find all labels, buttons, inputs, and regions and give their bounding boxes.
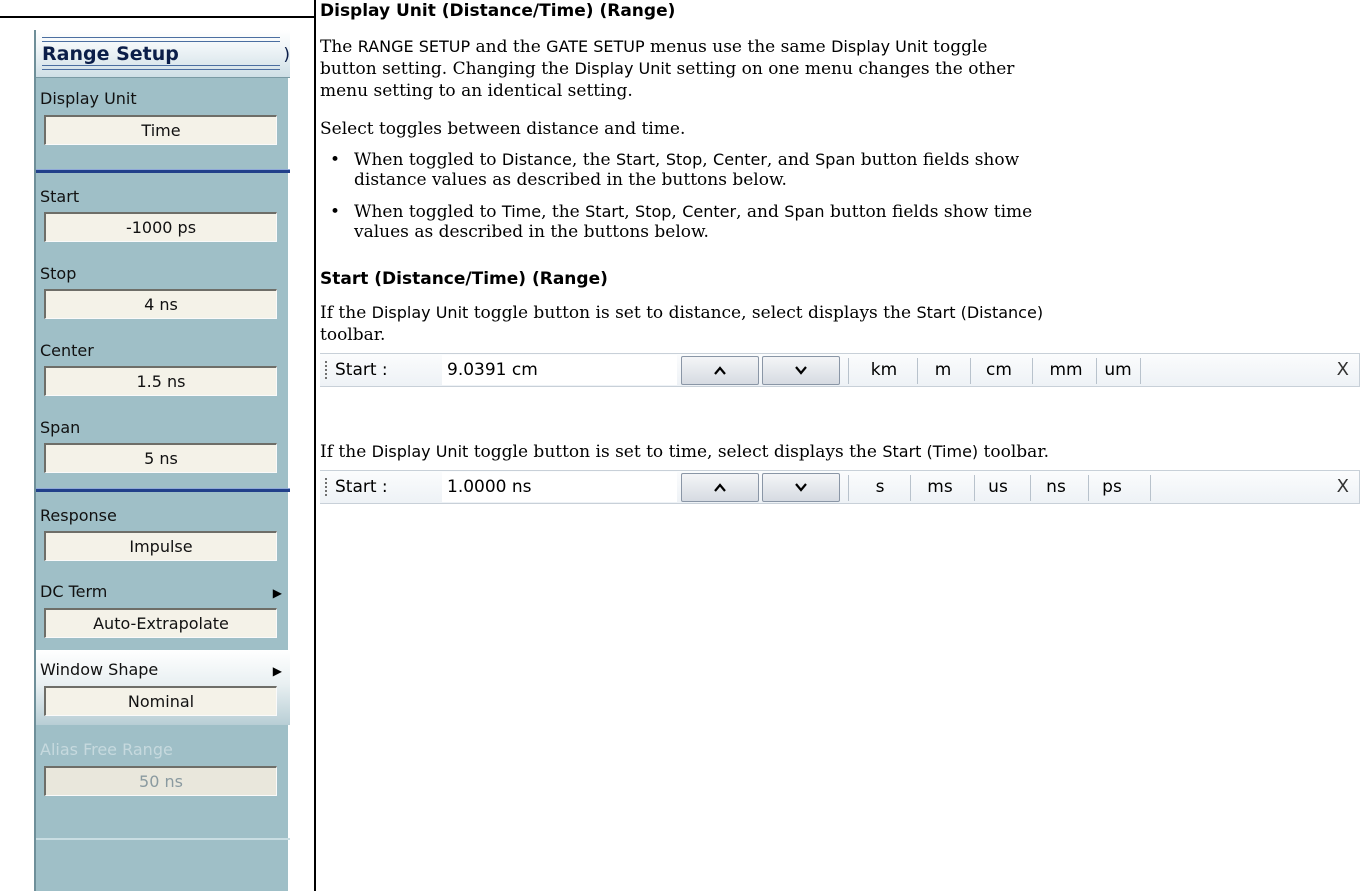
unit-mm-button[interactable]: mm <box>1044 360 1088 380</box>
list-item: • When toggled to Time, the Start, Stop,… <box>330 202 1033 242</box>
paragraph-start-time: If the Display Unit toggle button is set… <box>320 442 1049 462</box>
chevron-up-icon <box>714 483 726 492</box>
alias-free-range-button: Alias Free Range 50 ns <box>36 728 290 803</box>
stop-value: 4 ns <box>44 289 277 319</box>
display-unit-value: Time <box>44 115 277 145</box>
increment-button[interactable] <box>681 473 759 502</box>
display-unit-bullets: • When toggled to Distance, the Start, S… <box>330 150 1360 242</box>
center-button[interactable]: Center 1.5 ns <box>36 330 290 405</box>
dc-term-label: DC Term <box>40 582 108 601</box>
display-unit-button[interactable]: Display Unit Time <box>36 80 290 155</box>
menu-close-icon[interactable]: ) <box>283 45 290 65</box>
window-shape-button[interactable]: Window Shape ▶ Nominal <box>36 650 290 725</box>
range-setup-menu: Range Setup ) Display Unit Time Start -1… <box>34 30 290 891</box>
span-label: Span <box>40 418 81 437</box>
unit-ps-button[interactable]: ps <box>1096 477 1128 497</box>
section-heading-start: Start (Distance/Time) (Range) <box>320 269 608 289</box>
decrement-button[interactable] <box>762 473 840 502</box>
stop-label: Stop <box>40 264 77 283</box>
increment-button[interactable] <box>681 356 759 385</box>
toolbar-separator <box>1150 475 1151 501</box>
toolbar-separator <box>848 475 849 501</box>
menu-separator <box>36 488 290 492</box>
response-label: Response <box>40 506 117 525</box>
alias-free-range-value: 50 ns <box>44 766 277 796</box>
unit-um-button[interactable]: um <box>1102 360 1134 380</box>
menu-title-bar: Range Setup ) <box>36 30 290 78</box>
title-line <box>42 37 280 38</box>
toolbar-label: Start : <box>335 477 388 497</box>
window-shape-value: Nominal <box>44 686 277 716</box>
response-button[interactable]: Response Impulse <box>36 495 290 570</box>
decrement-button[interactable] <box>762 356 840 385</box>
chevron-down-icon <box>795 366 807 375</box>
unit-cm-button[interactable]: cm <box>983 360 1015 380</box>
unit-m-button[interactable]: m <box>928 360 958 380</box>
menu-title: Range Setup <box>42 43 179 65</box>
center-value: 1.5 ns <box>44 366 277 396</box>
paragraph-display-unit-1: The RANGE SETUP and the GATE SETUP menus… <box>320 37 1015 101</box>
toolbar-separator <box>848 358 849 384</box>
start-label: Start <box>40 187 80 206</box>
title-line <box>42 65 280 66</box>
alias-free-range-label: Alias Free Range <box>40 740 173 759</box>
list-item: • When toggled to Distance, the Start, S… <box>330 150 1020 190</box>
unit-km-button[interactable]: km <box>868 360 900 380</box>
menu-divider <box>36 838 290 840</box>
unit-s-button[interactable]: s <box>868 477 892 497</box>
toolbar-grip-handle[interactable] <box>325 361 327 381</box>
window-shape-label: Window Shape <box>40 660 159 679</box>
submenu-arrow-icon: ▶ <box>272 664 282 678</box>
paragraph-select-toggles: Select toggles between distance and time… <box>320 119 686 139</box>
toolbar-close-icon[interactable]: X <box>1337 476 1349 497</box>
toolbar-separator <box>974 475 975 501</box>
toolbar-grip-handle[interactable] <box>325 478 327 498</box>
column-divider <box>314 0 316 891</box>
center-label: Center <box>40 341 94 360</box>
paragraph-start-distance: If the Display Unit toggle button is set… <box>320 303 1044 345</box>
stop-button[interactable]: Stop 4 ns <box>36 253 290 328</box>
title-line <box>42 41 280 42</box>
start-time-toolbar: Start : 1.0000 ns s ms us ns ps X <box>320 470 1360 504</box>
span-button[interactable]: Span 5 ns <box>36 407 290 482</box>
toolbar-separator <box>917 358 918 384</box>
dc-term-value: Auto-Extrapolate <box>44 608 277 638</box>
toolbar-separator <box>1032 358 1033 384</box>
top-rule <box>0 16 315 18</box>
unit-us-button[interactable]: us <box>982 477 1014 497</box>
span-value: 5 ns <box>44 443 277 473</box>
chevron-down-icon <box>795 483 807 492</box>
toolbar-separator <box>910 475 911 501</box>
toolbar-separator <box>1140 358 1141 384</box>
section-heading-display-unit: Display Unit (Distance/Time) (Range) <box>320 1 676 21</box>
menu-separator <box>36 169 290 173</box>
toolbar-close-icon[interactable]: X <box>1337 359 1349 380</box>
start-button[interactable]: Start -1000 ps <box>36 176 290 251</box>
dc-term-button[interactable]: DC Term ▶ Auto-Extrapolate <box>36 572 290 647</box>
toolbar-separator <box>1096 358 1097 384</box>
submenu-arrow-icon: ▶ <box>272 586 282 600</box>
start-value-field[interactable]: 9.0391 cm <box>442 355 677 385</box>
title-line <box>42 69 280 70</box>
unit-ms-button[interactable]: ms <box>920 477 960 497</box>
start-distance-toolbar: Start : 9.0391 cm km m cm mm um X <box>320 353 1360 387</box>
toolbar-separator <box>1030 475 1031 501</box>
unit-ns-button[interactable]: ns <box>1040 477 1072 497</box>
start-value-field[interactable]: 1.0000 ns <box>442 472 677 502</box>
toolbar-label: Start : <box>335 360 388 380</box>
toolbar-separator <box>1088 475 1089 501</box>
response-value: Impulse <box>44 531 277 561</box>
display-unit-label: Display Unit <box>40 89 137 108</box>
chevron-up-icon <box>714 366 726 375</box>
toolbar-separator <box>970 358 971 384</box>
start-value: -1000 ps <box>44 212 277 242</box>
